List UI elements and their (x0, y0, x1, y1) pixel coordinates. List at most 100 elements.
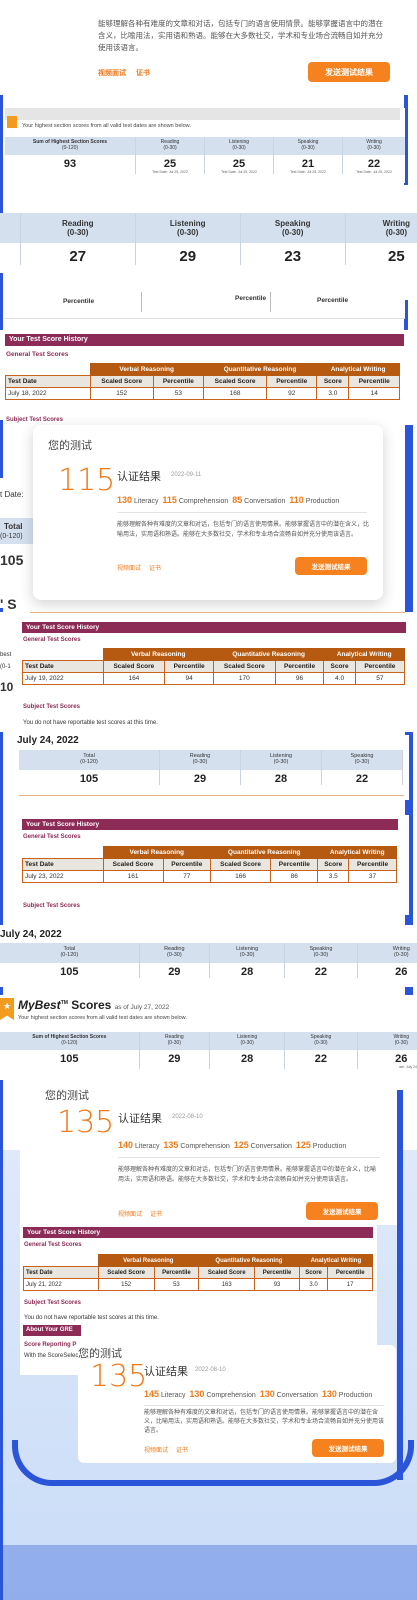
test-date: Test Date: Jul 25, 2022 (152, 170, 188, 174)
writing-header: Analytical Writing (316, 363, 400, 376)
col-listening-5: Listening (0-30) 28 (209, 1032, 286, 1069)
cell: 53 (152, 387, 204, 400)
cell: 4.0 (323, 672, 356, 685)
subject-test-scores: Subject Test Scores (23, 704, 80, 710)
video-interview-link[interactable]: 视频面试 (144, 1445, 168, 1454)
sub-header: Scaled Score (102, 858, 164, 871)
comprehension-score: 115 (162, 495, 177, 505)
col-speaking: Speaking (0-30) 21 Test Date: Jul 25, 202… (274, 137, 343, 174)
col-total-5: Sum of Highest Section Scores (0-120) 105 (0, 1032, 140, 1069)
row-date: July 23, 2022 (22, 870, 104, 883)
sub-header: Test Date (5, 375, 91, 388)
col-writing-5: Writing (0-30) 26 ate: July 24 (357, 1032, 417, 1069)
partial-s: ' S (0, 596, 17, 612)
listening-value-4: 28 (241, 966, 254, 978)
hdr-name: Speaking (309, 946, 333, 952)
listening-value-2: 29 (179, 248, 197, 265)
production-label: Production (312, 1143, 347, 1150)
hdr-name: Sum of Highest Section Scores (32, 139, 108, 145)
sub-header: Scaled Score (212, 660, 276, 673)
comprehension-label: Comprehension (178, 498, 229, 505)
hdr-range: (0-30) (385, 228, 408, 237)
card-title: 您的测试 (48, 440, 92, 452)
hdr-name: Reading (165, 1034, 184, 1040)
video-interview-link[interactable]: 视频面试 (117, 563, 141, 572)
general-test-scores: General Test Scores (6, 351, 69, 358)
send-results-button[interactable]: 发送测试结果 (308, 62, 390, 82)
cert-desc: 能够理解各种有难度的文章和对话，包括专门的语言使用情景。能够掌握语言中的潜在含义… (144, 1410, 385, 1434)
hdr-name: Listening (228, 139, 249, 145)
send-results-button[interactable]: 发送测试结果 (312, 1439, 384, 1457)
sub-header: Score (316, 375, 350, 388)
col-listening-4: Listening (0-30) 28 (209, 943, 286, 978)
hdr-range: (0-30) (239, 952, 255, 958)
mybest-asof: as of July 27, 2022 (114, 1004, 170, 1011)
hdr-name: Reading (160, 139, 180, 145)
verbal-header: Verbal Reasoning (102, 648, 214, 661)
percentile-label: Percentile (317, 297, 349, 304)
cert-card-1: 能够理解各种有难度的文章和对话，包括专门的语言使用情景。能够掌握语言中的潜在含义… (0, 0, 417, 95)
col-speaking-3: Speaking (0-30) 22 (322, 750, 403, 785)
cell: 161 (102, 870, 164, 883)
mybest-note: Your highest section scores from all val… (18, 1015, 187, 1021)
hdr-range: (0-30) (67, 228, 89, 237)
sub-header: Score (298, 1266, 329, 1279)
sub-header: Test Date (22, 858, 104, 871)
hdr-name: Writing (392, 946, 410, 952)
send-results-button[interactable]: 发送测试结果 (295, 557, 367, 575)
col-reading-4: Reading (0-30) 29 (139, 943, 210, 978)
hdr-range: (0-30) (166, 952, 182, 958)
reading-value-3: 29 (193, 773, 207, 785)
cell: 168 (202, 387, 268, 400)
cell: 170 (212, 672, 276, 685)
subject-test-scores: Subject Test Scores (23, 903, 80, 909)
hdr-name: Listening (237, 1034, 258, 1040)
section-grid-4: Total (0-120) 105 Reading (0-30) 29 Listen… (0, 943, 417, 978)
cert-label: 认证结果 (117, 471, 161, 483)
mybest-scores: Scores (71, 998, 112, 1012)
conversation-label: Conversation (244, 498, 286, 505)
about-gre-band: About Your GRE (23, 1325, 81, 1336)
no-scores-text: You do not have reportable test scores a… (24, 1315, 159, 1321)
general-test-scores: General Test Scores (24, 1242, 82, 1248)
col-total-4: Total (0-120) 105 (0, 943, 140, 978)
conversation-label: Conversation (250, 1143, 292, 1150)
hdr-name: Speaking (274, 219, 311, 228)
gre-score-history-1: Your Test Score History General Test Sco… (0, 330, 417, 423)
section-grid-3: Total (0-120) 105 Reading (0-30) 29 Listen… (19, 750, 409, 785)
certificate-link[interactable]: 证书 (149, 563, 161, 572)
cell: 17 (327, 1278, 373, 1291)
gre-table-4: Verbal Reasoning Quantitative Reasoning An… (23, 1254, 374, 1291)
certificate-link[interactable]: 证书 (150, 1209, 162, 1218)
verbal-header: Verbal Reasoning (97, 1254, 200, 1267)
hdr-name: Speaking (310, 1034, 332, 1040)
hdr-name: Writing (393, 1034, 410, 1040)
certificate-link[interactable]: 证书 (136, 68, 150, 78)
video-interview-link[interactable]: 视频面试 (118, 1209, 142, 1218)
conversation-label: Conversation (276, 1392, 318, 1399)
listening-value-3: 28 (274, 773, 288, 785)
score-reporting-link[interactable]: Score Reporting P (24, 1342, 76, 1348)
gre-table-1: Verbal Reasoning Quantitative Reasoning An… (5, 363, 400, 400)
writing-header: Analytical Writing (298, 1254, 374, 1267)
writing-value-4: 26 (395, 966, 408, 978)
certificate-link[interactable]: 证书 (176, 1445, 188, 1454)
gre-score-history-3: Your Test Score History General Test Sco… (14, 815, 409, 915)
hdr-range: (0-30) (393, 952, 409, 958)
col-writing-4: Writing (0-30) 26 (357, 943, 417, 978)
hdr-name: Listening (236, 946, 259, 952)
toefl-strip-2: Reading (0-30) 27 Listening (0-30) 29 Spea… (0, 213, 417, 273)
hdr-name: Writing (366, 139, 382, 145)
writing-value-2: 25 (388, 248, 405, 265)
cell: 94 (164, 672, 214, 685)
listening-value-5: 28 (241, 1053, 254, 1065)
sub-header: Percentile (162, 858, 211, 871)
divider (270, 292, 271, 312)
video-interview-link[interactable]: 视频面试 (98, 68, 126, 78)
cert-date: 2022-08-10 (195, 1367, 226, 1373)
no-scores-text: You do not have reportable test scores a… (23, 720, 158, 726)
mybest-name: MyBest (18, 998, 61, 1012)
sub-header: Score (323, 660, 356, 673)
hdr-name: Writing (382, 219, 411, 228)
send-results-button[interactable]: 发送测试结果 (306, 1202, 378, 1220)
